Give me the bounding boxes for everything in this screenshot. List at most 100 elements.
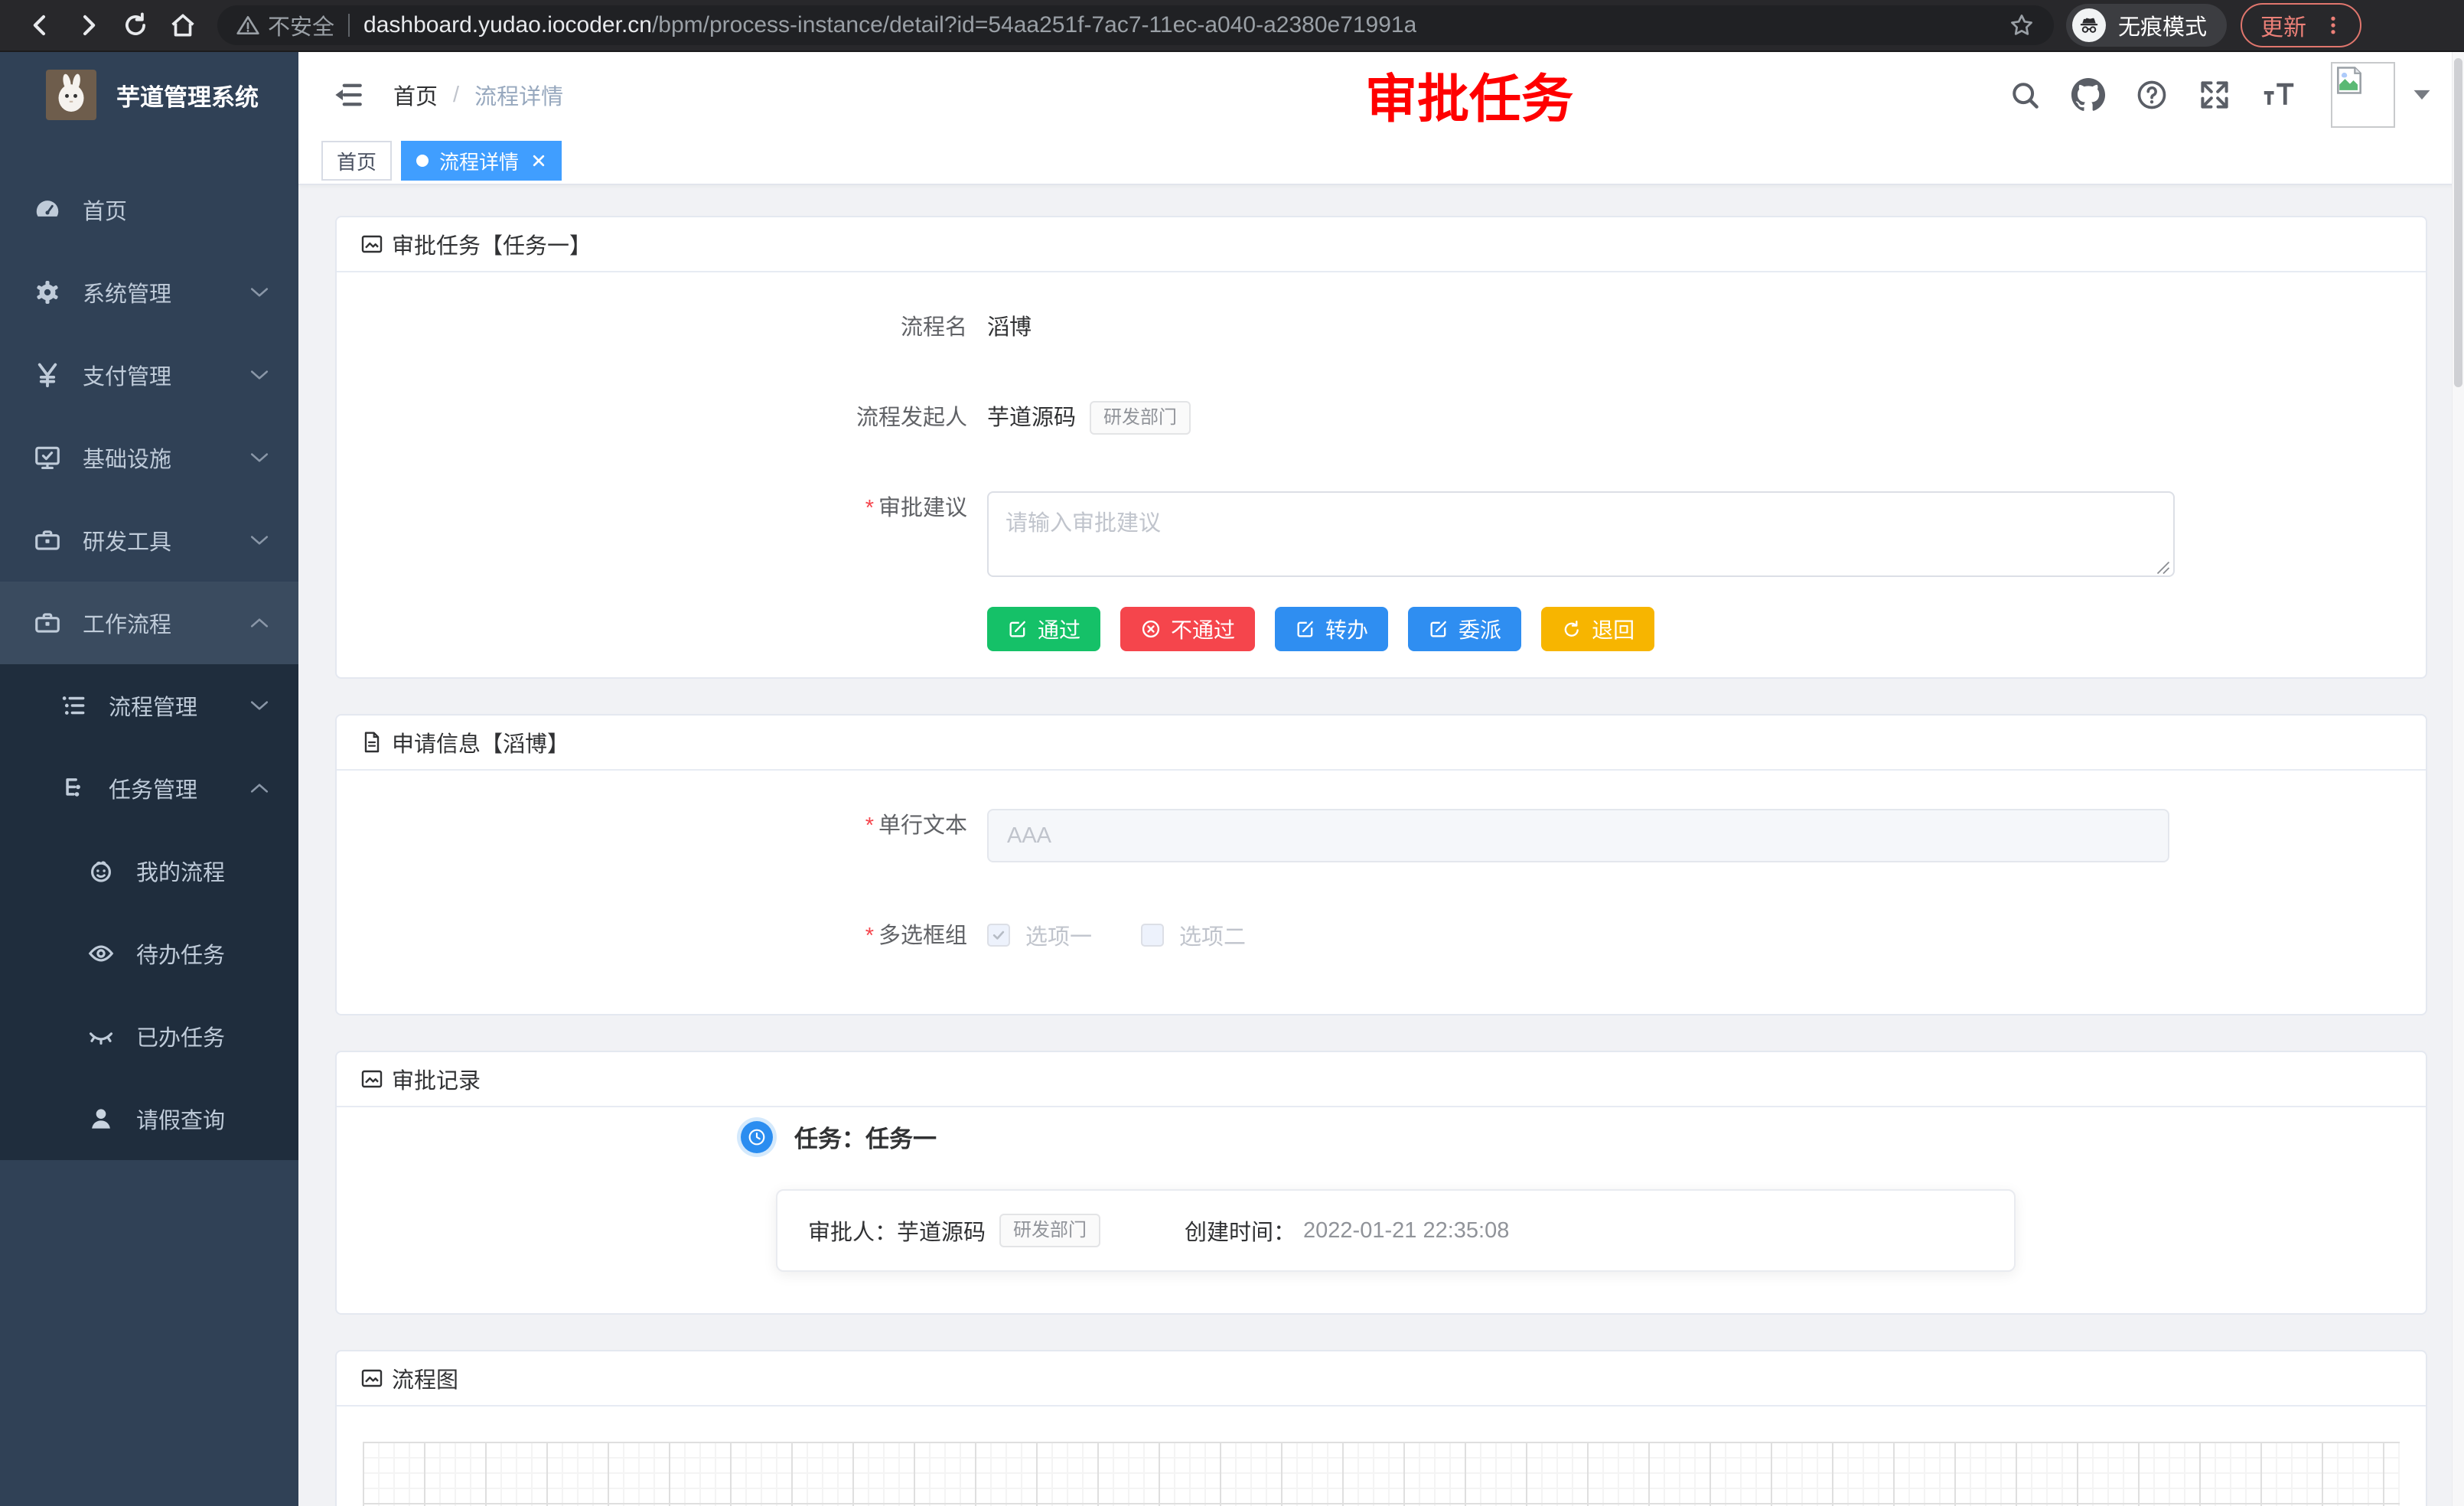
checkbox-label: 选项一 bbox=[1025, 919, 1092, 951]
card-header: 审批任务【任务一】 bbox=[337, 217, 2426, 272]
field-label: 流程发起人 bbox=[337, 401, 987, 435]
sidebar-item-label: 已办任务 bbox=[136, 1020, 225, 1052]
search-icon[interactable] bbox=[2008, 78, 2042, 112]
checkbox-option-1[interactable]: 选项一 bbox=[987, 919, 1092, 951]
briefcase-icon bbox=[32, 608, 63, 638]
sidebar-item-system[interactable]: 系统管理 bbox=[0, 251, 298, 334]
button-label: 委派 bbox=[1459, 614, 1501, 644]
yen-icon bbox=[32, 360, 63, 390]
address-bar[interactable]: 不安全 dashboard.yudao.iocoder.cn/bpm/proce… bbox=[217, 5, 2054, 45]
active-tab-dot bbox=[416, 155, 429, 167]
gear-icon bbox=[32, 277, 63, 308]
sidebar-item-my-process[interactable]: 我的流程 bbox=[0, 830, 298, 912]
eye-open-icon bbox=[86, 938, 116, 969]
sidebar-item-workflow[interactable]: 工作流程 bbox=[0, 582, 298, 664]
sidebar-item-todo-tasks[interactable]: 待办任务 bbox=[0, 912, 298, 995]
field-label: *审批建议 bbox=[337, 491, 987, 525]
font-size-icon[interactable] bbox=[2260, 78, 2297, 112]
document-icon bbox=[360, 730, 384, 755]
initiator-name: 芋道源码 bbox=[987, 401, 1076, 435]
approval-task-card: 审批任务【任务一】 流程名 滔博 流程发起人 芋道源码 研发部门 *审批建议 bbox=[335, 216, 2427, 679]
bookmark-star-icon[interactable] bbox=[2008, 11, 2035, 39]
sidebar-item-process-management[interactable]: 流程管理 bbox=[0, 664, 298, 747]
broken-image-icon bbox=[2332, 64, 2366, 97]
url-host: dashboard.yudao.iocoder.cn bbox=[363, 12, 652, 37]
button-label: 不通过 bbox=[1171, 614, 1235, 644]
caret-down-icon[interactable] bbox=[2413, 90, 2430, 100]
sidebar-item-task-management[interactable]: 任务管理 bbox=[0, 747, 298, 830]
edit-icon bbox=[1428, 618, 1449, 640]
app-logo-row[interactable]: 芋道管理系统 bbox=[0, 52, 298, 138]
scrollbar-thumb[interactable] bbox=[2454, 58, 2462, 387]
checkbox-label: 选项二 bbox=[1179, 919, 1246, 951]
tab-label: 首页 bbox=[337, 147, 376, 175]
approval-actions: 通过 不通过 转办 委派 退回 bbox=[337, 607, 2426, 651]
sidebar: 芋道管理系统 首页 系统管理 支付管理 基础设施 bbox=[0, 52, 298, 1506]
chevron-up-icon bbox=[249, 781, 269, 795]
return-button[interactable]: 退回 bbox=[1541, 607, 1654, 651]
sidebar-item-leave-query[interactable]: 请假查询 bbox=[0, 1077, 298, 1160]
single-text-input[interactable] bbox=[987, 809, 2169, 862]
tab-close-icon[interactable] bbox=[531, 153, 546, 168]
card-body: *单行文本 *多选框组 选项一 选项二 bbox=[337, 771, 2426, 1014]
sidebar-item-dev-tools[interactable]: 研发工具 bbox=[0, 499, 298, 582]
tab-home[interactable]: 首页 bbox=[321, 141, 392, 181]
application-info-card: 申请信息【滔博】 *单行文本 *多选框组 选项一 bbox=[335, 714, 2427, 1015]
checkbox-option-2[interactable]: 选项二 bbox=[1141, 919, 1246, 951]
button-label: 转办 bbox=[1325, 614, 1368, 644]
tags-view-bar: 首页 流程详情 bbox=[298, 138, 2464, 185]
sidebar-item-home[interactable]: 首页 bbox=[0, 168, 298, 251]
sidebar-item-label: 支付管理 bbox=[83, 359, 171, 391]
user-icon bbox=[86, 1103, 116, 1134]
browser-home-button[interactable] bbox=[159, 2, 207, 49]
bpmn-diagram-canvas[interactable] bbox=[363, 1442, 2400, 1506]
tab-process-detail[interactable]: 流程详情 bbox=[401, 141, 562, 181]
header-actions bbox=[1979, 62, 2430, 128]
transfer-button[interactable]: 转办 bbox=[1275, 607, 1388, 651]
create-time-value: 2022-01-21 22:35:08 bbox=[1303, 1218, 1509, 1244]
home-icon bbox=[168, 11, 197, 40]
page-scrollbar[interactable] bbox=[2452, 52, 2464, 1506]
checkbox-checked-icon bbox=[987, 924, 1010, 947]
help-icon[interactable] bbox=[2135, 78, 2169, 112]
breadcrumb-home[interactable]: 首页 bbox=[393, 79, 438, 111]
browser-back-button[interactable] bbox=[17, 2, 64, 49]
circle-close-icon bbox=[1140, 618, 1162, 640]
sidebar-collapse-button[interactable] bbox=[332, 79, 364, 111]
toolbox-icon bbox=[32, 525, 63, 556]
avatar[interactable] bbox=[2331, 62, 2395, 128]
github-icon[interactable] bbox=[2071, 77, 2106, 112]
kebab-menu-icon bbox=[2322, 14, 2345, 37]
edit-icon bbox=[1007, 618, 1028, 640]
suggestion-textarea-wrap bbox=[987, 491, 2175, 581]
hamburger-collapse-icon bbox=[332, 79, 364, 111]
monitor-check-icon bbox=[32, 442, 63, 473]
textarea-resize-handle[interactable] bbox=[2156, 561, 2170, 575]
sidebar-item-done-tasks[interactable]: 已办任务 bbox=[0, 995, 298, 1077]
chevron-down-icon bbox=[249, 699, 269, 712]
browser-update-menu-button[interactable]: 更新 bbox=[2241, 3, 2361, 47]
sidebar-item-label: 研发工具 bbox=[83, 524, 171, 556]
button-label: 通过 bbox=[1038, 614, 1080, 644]
approve-button[interactable]: 通过 bbox=[987, 607, 1100, 651]
list-icon bbox=[58, 690, 89, 721]
sidebar-item-infrastructure[interactable]: 基础设施 bbox=[0, 416, 298, 499]
security-label[interactable]: 不安全 bbox=[268, 9, 334, 41]
breadcrumb-separator: / bbox=[453, 83, 459, 108]
reject-button[interactable]: 不通过 bbox=[1120, 607, 1255, 651]
sidebar-item-payment[interactable]: 支付管理 bbox=[0, 334, 298, 416]
field-label: *单行文本 bbox=[337, 809, 987, 843]
card-header: 流程图 bbox=[337, 1351, 2426, 1407]
browser-forward-button[interactable] bbox=[64, 2, 112, 49]
approval-timeline: 任务：任务一 审批人： 芋道源码 研发部门 创建时间： 2022-01-21 2… bbox=[337, 1107, 2426, 1313]
fullscreen-icon[interactable] bbox=[2198, 78, 2231, 112]
dashboard-icon bbox=[32, 194, 63, 225]
delegate-button[interactable]: 委派 bbox=[1408, 607, 1521, 651]
browser-reload-button[interactable] bbox=[112, 2, 159, 49]
url-divider bbox=[348, 14, 350, 37]
page-url[interactable]: dashboard.yudao.iocoder.cn/bpm/process-i… bbox=[363, 12, 1416, 38]
eye-closed-icon bbox=[86, 1021, 116, 1051]
suggestion-textarea[interactable] bbox=[987, 491, 2175, 577]
dept-tag: 研发部门 bbox=[999, 1214, 1100, 1247]
form-row-checkbox-group: *多选框组 选项一 选项二 bbox=[337, 919, 2426, 953]
